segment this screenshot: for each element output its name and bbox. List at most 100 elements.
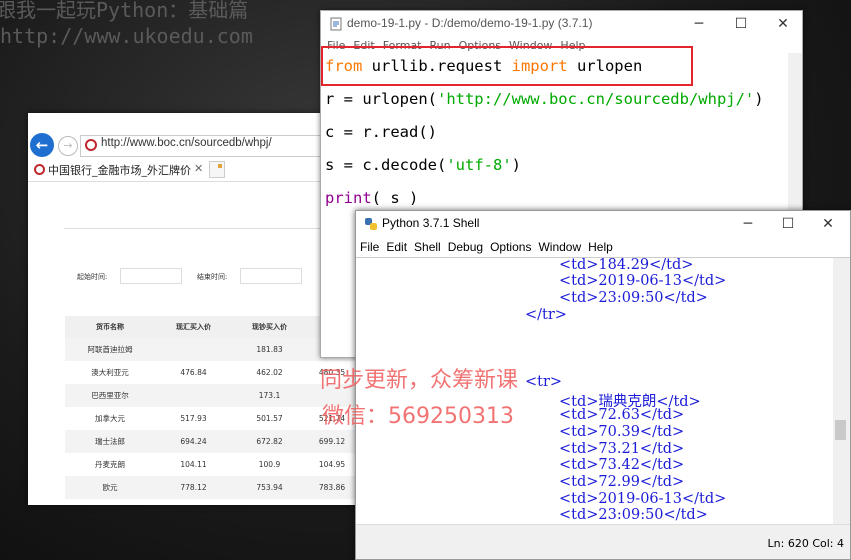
shell-title: Python 3.7.1 Shell bbox=[382, 216, 480, 230]
table-cell: 476.84 bbox=[180, 368, 207, 377]
cursor-position: Ln: 620 Col: 4 bbox=[767, 537, 844, 550]
browser-tab[interactable]: 中国银行_金融市场_外汇牌价 ✕ bbox=[28, 159, 206, 182]
output-line: <td>72.63</td> bbox=[559, 407, 685, 423]
maximize-icon[interactable]: ☐ bbox=[768, 213, 808, 235]
table-cell: 瑞士法郎 bbox=[65, 430, 155, 453]
table-cell: 加拿大元 bbox=[95, 414, 125, 423]
table-cell: 778.12 bbox=[155, 476, 232, 499]
string-literal: 'utf-8' bbox=[446, 156, 512, 174]
builtin-print: print bbox=[325, 189, 372, 207]
menu-help[interactable]: Help bbox=[588, 240, 613, 254]
code-text: r = urlopen( bbox=[325, 90, 437, 108]
address-bar[interactable]: http://www.boc.cn/sourcedb/whpj/ bbox=[80, 135, 352, 157]
code-text: ) bbox=[511, 156, 521, 174]
editor-titlebar: demo-19-1.py - D:/demo/demo-19-1.py (3.7… bbox=[321, 11, 802, 37]
table-cell: 104.11 bbox=[180, 460, 207, 469]
address-url: http://www.boc.cn/sourcedb/whpj/ bbox=[101, 137, 272, 149]
output-line: </tr> bbox=[525, 307, 567, 323]
table-cell: 173.1 bbox=[232, 384, 307, 407]
table-cell: 丹麦克朗 bbox=[95, 460, 125, 469]
table-cell: 699.12 bbox=[307, 430, 357, 453]
output-line: <td>70.39</td> bbox=[559, 424, 685, 440]
menu-shell[interactable]: Shell bbox=[414, 240, 441, 254]
column-header: 货币名称 bbox=[65, 316, 155, 338]
shell-titlebar: Python 3.7.1 Shell ─ ☐ ✕ bbox=[356, 211, 850, 237]
table-cell: 澳大利亚元 bbox=[91, 368, 129, 377]
output-line: <td>73.21</td> bbox=[559, 441, 685, 457]
tab-title: 中国银行_金融市场_外汇牌价 bbox=[48, 164, 191, 177]
column-header: 现钞买入价 bbox=[232, 316, 307, 338]
string-literal: 'http://www.boc.cn/sourcedb/whpj/' bbox=[436, 90, 755, 108]
code-text: ( s ) bbox=[371, 189, 419, 207]
shell-menubar: File Edit Shell Debug Options Window Help bbox=[360, 240, 620, 254]
code-line-2: r = urlopen('http://www.boc.cn/sourcedb/… bbox=[325, 90, 764, 108]
forward-arrow-icon[interactable]: → bbox=[58, 136, 78, 156]
scrollbar-thumb[interactable] bbox=[835, 420, 846, 440]
close-icon[interactable]: ✕ bbox=[808, 213, 848, 235]
output-line: <td>73.42</td> bbox=[559, 457, 685, 473]
promo-update-text: 同步更新，众筹新课 bbox=[320, 368, 519, 393]
code-text: s = c.decode( bbox=[325, 156, 447, 174]
code-text: ) bbox=[754, 90, 764, 108]
browser-window: ← → http://www.boc.cn/sourcedb/whpj/ 中国银… bbox=[28, 113, 358, 505]
table-cell bbox=[155, 384, 232, 407]
import-highlight-box bbox=[321, 46, 693, 86]
site-logo-icon bbox=[85, 139, 97, 151]
table-row: 澳大利亚元 476.84 462.02 480.35 bbox=[65, 361, 357, 384]
menu-debug[interactable]: Debug bbox=[448, 240, 483, 254]
end-time-label: 结束时间: bbox=[197, 273, 228, 281]
output-line: <td>23:09:50</td> bbox=[559, 507, 708, 523]
promo-wechat-text: 微信：569250313 bbox=[322, 404, 514, 429]
table-cell: 阿联酋迪拉姆 bbox=[65, 338, 155, 361]
code-line-3: c = r.read() bbox=[325, 123, 437, 141]
table-cell: 欧元 bbox=[65, 476, 155, 499]
output-line: <td>72.99</td> bbox=[559, 474, 685, 490]
table-cell: 753.94 bbox=[232, 476, 307, 499]
start-time-label: 起始时间: bbox=[77, 273, 108, 281]
exchange-rate-table: 货币名称 现汇买入价 现钞买入价 现 阿联酋迪拉姆181.83澳大利亚元476.… bbox=[65, 316, 357, 499]
menu-edit[interactable]: Edit bbox=[386, 240, 407, 254]
back-arrow-icon[interactable]: ← bbox=[30, 133, 54, 157]
maximize-icon[interactable]: ☐ bbox=[721, 13, 761, 35]
table-cell: 783.86 bbox=[307, 476, 357, 499]
menu-window[interactable]: Window bbox=[538, 240, 581, 254]
code-line-4: s = c.decode('utf-8') bbox=[325, 156, 521, 174]
end-time-input[interactable] bbox=[240, 268, 302, 284]
table-cell: 517.93 bbox=[180, 414, 207, 423]
tab-close-icon[interactable]: ✕ bbox=[194, 162, 203, 175]
minimize-icon[interactable]: ─ bbox=[728, 213, 768, 235]
tab-favicon-icon bbox=[34, 164, 45, 175]
table-cell: 672.82 bbox=[232, 430, 307, 453]
output-line: <td>184.29</td> bbox=[559, 258, 694, 273]
output-line: <td>2019-06-13</td> bbox=[559, 273, 727, 289]
table-row: 瑞士法郎 694.24 672.82 699.12 bbox=[65, 430, 357, 453]
close-icon[interactable]: ✕ bbox=[763, 13, 802, 35]
table-row: 阿联酋迪拉姆 181.83 bbox=[65, 338, 357, 361]
content-divider bbox=[64, 228, 358, 229]
tab-divider bbox=[28, 181, 358, 182]
shell-scrollbar[interactable] bbox=[833, 258, 850, 524]
table-cell: 巴西里亚尔 bbox=[65, 384, 155, 407]
table-cell bbox=[155, 338, 232, 361]
table-cell: 181.83 bbox=[232, 338, 307, 361]
status-bar: Ln: 620 Col: 4 bbox=[356, 524, 850, 559]
table-cell: 100.9 bbox=[258, 460, 281, 469]
new-tab-button[interactable] bbox=[209, 161, 225, 178]
table-cell: 501.57 bbox=[256, 414, 283, 423]
table-cell: 104.95 bbox=[318, 460, 346, 469]
table-row: 加拿大元 517.93 501.57 521.74 bbox=[65, 407, 357, 430]
column-header: 现汇买入价 bbox=[155, 316, 232, 338]
table-row: 丹麦克朗 104.11 100.9 104.95 bbox=[65, 453, 357, 476]
output-line: <td>2019-06-13</td> bbox=[559, 491, 727, 507]
python-logo-icon bbox=[365, 218, 377, 230]
start-time-input[interactable] bbox=[120, 268, 182, 284]
output-line: <tr> bbox=[525, 374, 563, 390]
editor-title: demo-19-1.py - D:/demo/demo-19-1.py (3.7… bbox=[347, 16, 593, 30]
menu-options[interactable]: Options bbox=[490, 240, 531, 254]
minimize-icon[interactable]: ─ bbox=[679, 13, 719, 35]
output-line: <td>23:09:50</td> bbox=[559, 290, 708, 306]
watermark-course-title: 跟我一起玩Python：基础篇 bbox=[0, 0, 249, 22]
python-file-icon bbox=[330, 17, 342, 31]
watermark-url: http://www.ukoedu.com bbox=[0, 24, 253, 48]
menu-file[interactable]: File bbox=[360, 240, 379, 254]
